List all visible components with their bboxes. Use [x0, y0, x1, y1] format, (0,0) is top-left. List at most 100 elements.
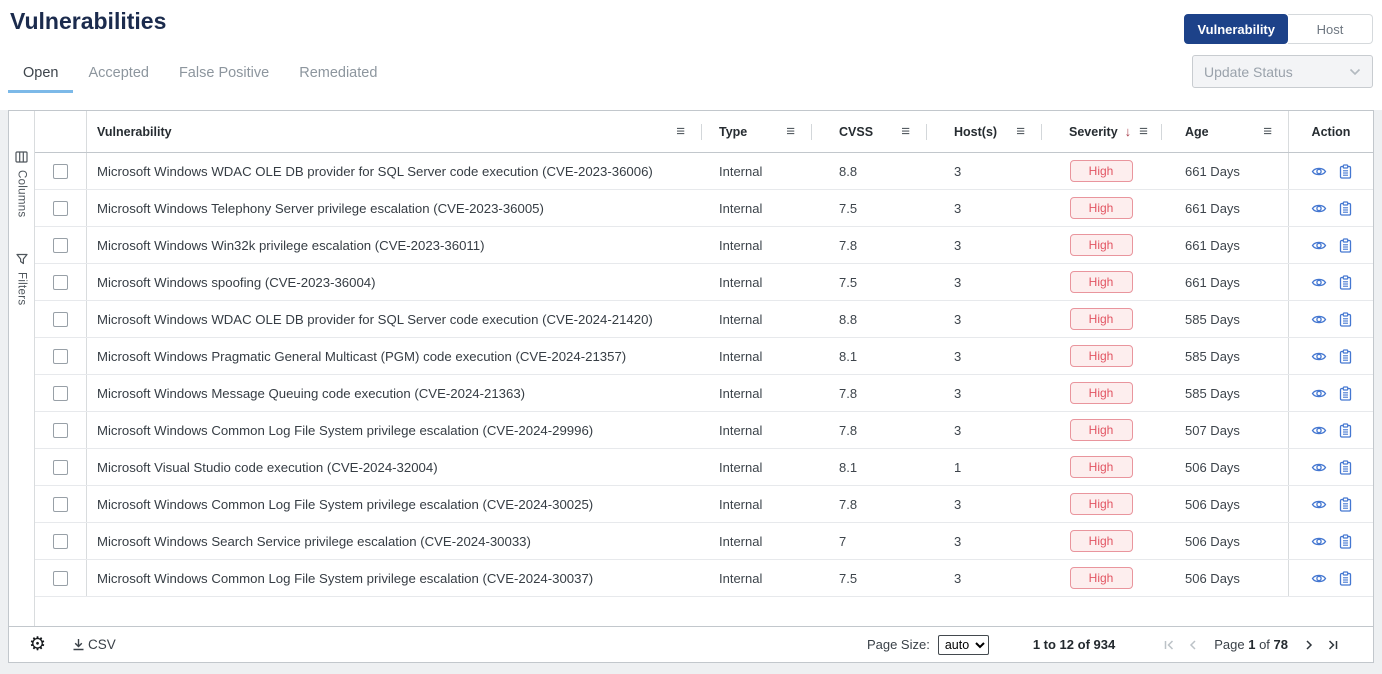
report-clipboard-button[interactable]	[1339, 349, 1352, 364]
view-details-button[interactable]	[1311, 497, 1327, 512]
view-details-button[interactable]	[1311, 312, 1327, 327]
eye-icon	[1311, 571, 1327, 586]
row-checkbox[interactable]	[53, 238, 68, 253]
type-cell: Internal	[701, 301, 811, 337]
update-status-dropdown[interactable]: Update Status	[1192, 55, 1373, 88]
vulnerability-name: Microsoft Windows Common Log File System…	[87, 560, 701, 596]
type-cell: Internal	[701, 227, 811, 263]
age-cell: 661 Days	[1161, 190, 1288, 226]
report-clipboard-button[interactable]	[1339, 386, 1352, 401]
column-menu-icon[interactable]: ≡	[676, 124, 685, 139]
view-details-button[interactable]	[1311, 534, 1327, 549]
column-header-cvss[interactable]: CVSS ≡	[811, 111, 926, 152]
severity-badge: High	[1070, 530, 1133, 552]
vulnerability-name: Microsoft Windows WDAC OLE DB provider f…	[87, 301, 701, 337]
row-checkbox[interactable]	[53, 497, 68, 512]
report-clipboard-button[interactable]	[1339, 238, 1352, 253]
row-checkbox[interactable]	[53, 312, 68, 327]
row-checkbox[interactable]	[53, 164, 68, 179]
column-menu-icon[interactable]: ≡	[1263, 124, 1272, 139]
cvss-cell: 7.8	[811, 227, 926, 263]
checkbox-cell	[35, 486, 87, 522]
column-header-age[interactable]: Age ≡	[1161, 111, 1288, 152]
vulnerability-name: Microsoft Windows Pragmatic General Mult…	[87, 338, 701, 374]
filter-funnel-icon	[16, 253, 28, 265]
row-checkbox[interactable]	[53, 534, 68, 549]
eye-icon	[1311, 534, 1327, 549]
view-details-button[interactable]	[1311, 386, 1327, 401]
side-rail: Columns Filters	[9, 111, 35, 626]
report-clipboard-button[interactable]	[1339, 460, 1352, 475]
action-cell	[1288, 264, 1373, 300]
report-clipboard-button[interactable]	[1339, 201, 1352, 216]
toggle-host[interactable]: Host	[1288, 14, 1373, 44]
row-checkbox[interactable]	[53, 460, 68, 475]
table-empty-space	[35, 597, 1373, 626]
page-size-select[interactable]: auto	[938, 635, 989, 655]
download-csv-button[interactable]: CSV	[72, 637, 116, 652]
report-clipboard-button[interactable]	[1339, 164, 1352, 179]
report-clipboard-button[interactable]	[1339, 423, 1352, 438]
table-body: Microsoft Windows WDAC OLE DB provider f…	[35, 153, 1373, 597]
view-details-button[interactable]	[1311, 460, 1327, 475]
hosts-cell: 1	[926, 449, 1041, 485]
view-details-button[interactable]	[1311, 423, 1327, 438]
row-checkbox[interactable]	[53, 201, 68, 216]
settings-gear-button[interactable]: ⚙	[29, 635, 46, 654]
row-checkbox[interactable]	[53, 571, 68, 586]
columns-panel-toggle[interactable]: Columns	[15, 151, 28, 217]
column-menu-icon[interactable]: ≡	[1016, 124, 1025, 139]
columns-panel-label: Columns	[16, 170, 28, 217]
view-details-button[interactable]	[1311, 238, 1327, 253]
row-checkbox[interactable]	[53, 386, 68, 401]
column-menu-icon[interactable]: ≡	[901, 124, 910, 139]
severity-badge: High	[1070, 382, 1133, 404]
tab-accepted[interactable]: Accepted	[73, 57, 163, 93]
next-page-button[interactable]	[1297, 634, 1321, 656]
report-clipboard-button[interactable]	[1339, 497, 1352, 512]
vulnerability-name: Microsoft Windows Telephony Server privi…	[87, 190, 701, 226]
view-details-button[interactable]	[1311, 571, 1327, 586]
clipboard-icon	[1339, 238, 1352, 253]
sort-desc-icon[interactable]: ↓	[1125, 124, 1132, 139]
view-details-button[interactable]	[1311, 349, 1327, 364]
tab-false-positive[interactable]: False Positive	[164, 57, 284, 93]
report-clipboard-button[interactable]	[1339, 275, 1352, 290]
eye-icon	[1311, 275, 1327, 290]
report-clipboard-button[interactable]	[1339, 534, 1352, 549]
type-cell: Internal	[701, 523, 811, 559]
eye-icon	[1311, 349, 1327, 364]
filters-panel-toggle[interactable]: Filters	[16, 253, 28, 305]
column-header-hosts[interactable]: Host(s) ≡	[926, 111, 1041, 152]
column-header-severity[interactable]: Severity ↓ ≡	[1041, 111, 1161, 152]
eye-icon	[1311, 312, 1327, 327]
row-checkbox[interactable]	[53, 349, 68, 364]
column-menu-icon[interactable]: ≡	[1139, 124, 1148, 139]
toggle-vulnerability[interactable]: Vulnerability	[1184, 14, 1288, 44]
column-header-type[interactable]: Type ≡	[701, 111, 811, 152]
vulnerability-name: Microsoft Windows Search Service privile…	[87, 523, 701, 559]
tab-remediated[interactable]: Remediated	[284, 57, 392, 93]
tab-open[interactable]: Open	[8, 57, 73, 93]
vulnerability-name: Microsoft Windows Win32k privilege escal…	[87, 227, 701, 263]
row-checkbox[interactable]	[53, 275, 68, 290]
view-details-button[interactable]	[1311, 275, 1327, 290]
severity-cell: High	[1041, 301, 1161, 337]
previous-page-button[interactable]	[1181, 634, 1205, 656]
hosts-cell: 3	[926, 338, 1041, 374]
report-clipboard-button[interactable]	[1339, 571, 1352, 586]
row-checkbox[interactable]	[53, 423, 68, 438]
column-menu-icon[interactable]: ≡	[786, 124, 795, 139]
report-clipboard-button[interactable]	[1339, 312, 1352, 327]
column-header-vulnerability[interactable]: Vulnerability ≡	[87, 111, 701, 152]
eye-icon	[1311, 201, 1327, 216]
checkbox-cell	[35, 153, 87, 189]
hosts-cell: 3	[926, 523, 1041, 559]
vulnerability-name: Microsoft Windows WDAC OLE DB provider f…	[87, 153, 701, 189]
last-page-button[interactable]	[1321, 634, 1345, 656]
column-header-action: Action	[1288, 111, 1373, 152]
view-details-button[interactable]	[1311, 164, 1327, 179]
first-page-button[interactable]	[1157, 634, 1181, 656]
view-details-button[interactable]	[1311, 201, 1327, 216]
clipboard-icon	[1339, 201, 1352, 216]
